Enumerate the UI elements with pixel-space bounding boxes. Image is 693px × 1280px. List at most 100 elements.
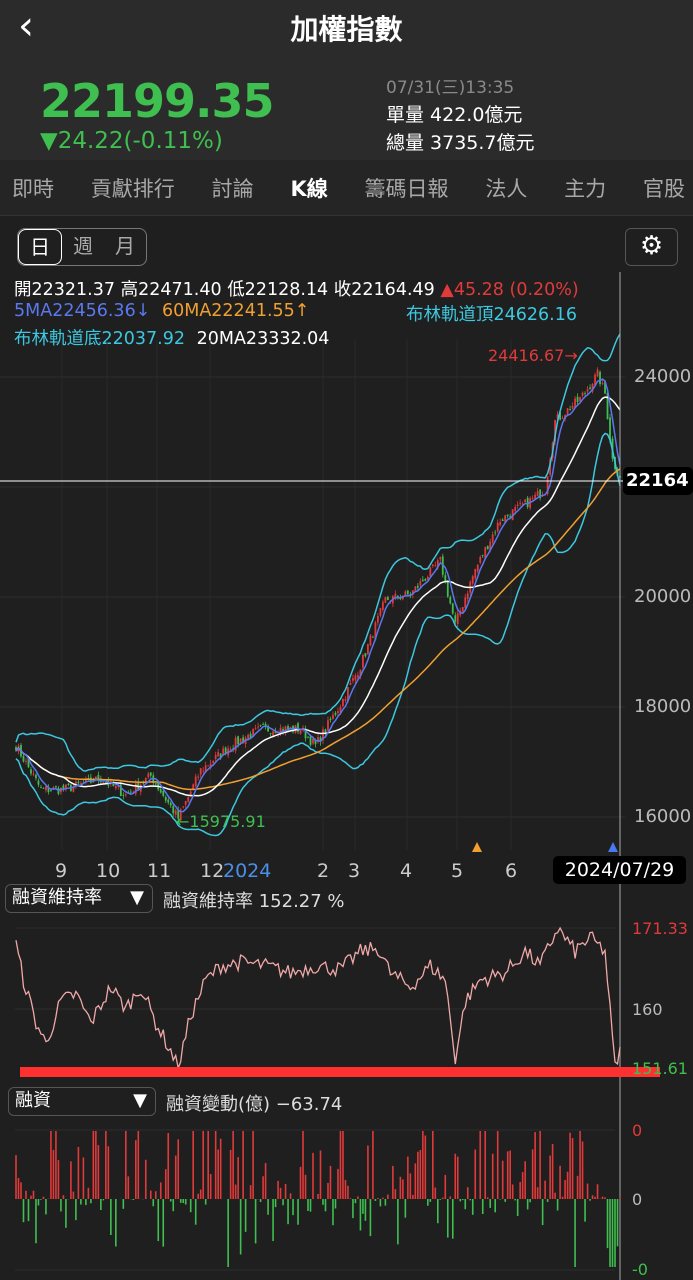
margin-bar	[579, 1131, 581, 1199]
candle	[349, 683, 352, 685]
margin-bar	[551, 1143, 554, 1199]
candle	[561, 418, 564, 419]
candle	[431, 564, 434, 566]
margin-bar	[55, 1131, 57, 1199]
margin-info: 融資變動(億) −63.74	[166, 1094, 343, 1115]
candle	[354, 675, 357, 681]
margin-bar	[40, 1199, 42, 1200]
margin-bar	[62, 1195, 65, 1199]
margin-bar	[481, 1199, 484, 1215]
margin-bar	[22, 1199, 25, 1223]
margin-bar	[137, 1131, 140, 1199]
selector-label: 融資	[15, 1090, 51, 1111]
margin-bar	[461, 1199, 464, 1201]
dropdown-arrow-icon: ▼	[130, 887, 144, 908]
margin-bar	[329, 1165, 332, 1199]
candle	[129, 791, 132, 793]
margin-bar	[616, 1199, 619, 1247]
candle	[377, 615, 379, 623]
margin-bar	[149, 1190, 152, 1199]
margin-bar	[466, 1187, 469, 1199]
margin-bar	[302, 1131, 304, 1199]
ratio-mid: 160	[632, 1000, 663, 1019]
margin-bar	[544, 1180, 546, 1199]
margin-bar	[514, 1199, 516, 1201]
margin-selector[interactable]: 融資 ▼	[8, 1087, 156, 1116]
margin-bar	[87, 1187, 90, 1199]
margin-bar	[15, 1155, 17, 1199]
candle	[451, 603, 454, 614]
margin-bar	[115, 1199, 117, 1247]
margin-bar	[179, 1199, 182, 1203]
candle	[162, 790, 165, 796]
margin-bar	[35, 1199, 37, 1244]
margin-bar	[57, 1160, 60, 1199]
candle	[172, 806, 175, 814]
candle	[362, 655, 364, 668]
margin-bar	[469, 1199, 472, 1201]
candle	[466, 593, 469, 600]
margin-bar	[561, 1196, 564, 1199]
margin-bar	[591, 1195, 594, 1199]
margin-bar	[456, 1156, 459, 1199]
x-tick: 9	[55, 860, 68, 882]
y-tick: 16000	[634, 806, 692, 827]
margin-bar	[162, 1199, 165, 1247]
margin-bar	[362, 1199, 364, 1214]
margin-bar	[496, 1131, 499, 1199]
candle	[55, 786, 57, 788]
margin-bar	[581, 1141, 584, 1199]
margin-bar	[422, 1131, 424, 1199]
candle	[516, 504, 519, 506]
cursor-date: 2024/07/29	[553, 856, 686, 884]
candle	[299, 730, 302, 734]
margin-bar	[374, 1199, 377, 1201]
margin-bar	[85, 1199, 87, 1206]
margin-bar	[105, 1131, 107, 1199]
margin-bar	[419, 1149, 422, 1199]
candle	[456, 613, 459, 624]
margin-bar	[242, 1131, 244, 1199]
margin-bar	[434, 1187, 437, 1199]
margin-bar	[511, 1184, 514, 1199]
margin-bar	[37, 1199, 40, 1206]
candle	[444, 575, 447, 581]
ratio-info: 融資維持率 152.27 %	[163, 891, 345, 912]
margin-bar	[60, 1199, 62, 1212]
x-tick: 5	[451, 860, 464, 882]
candle	[212, 761, 215, 763]
margin-bar	[30, 1195, 32, 1199]
candle	[506, 514, 509, 516]
indicator-selector[interactable]: 融資維持率 ▼	[5, 884, 153, 913]
candle	[481, 555, 484, 557]
candle	[144, 777, 147, 782]
margin-bar	[549, 1155, 551, 1199]
margin-bar	[107, 1146, 110, 1199]
candle	[474, 568, 477, 579]
candle	[454, 615, 457, 622]
candle	[327, 720, 329, 731]
margin-bar	[516, 1199, 519, 1216]
margin-bar	[144, 1159, 147, 1199]
candle	[536, 491, 539, 497]
x-tick-year: 2024	[223, 860, 272, 882]
x-tick: 12	[200, 860, 225, 882]
margin-bar	[387, 1194, 389, 1199]
x-tick: 3	[348, 860, 361, 882]
margin-bar	[274, 1199, 277, 1208]
x-tick: 11	[147, 860, 172, 882]
margin-bar	[526, 1199, 529, 1210]
margin-bar	[417, 1151, 419, 1199]
candle	[599, 371, 601, 385]
margin-bar	[459, 1199, 462, 1202]
margin-bar	[264, 1163, 267, 1199]
margin-bar	[110, 1199, 112, 1236]
candle	[471, 576, 474, 584]
candle	[329, 718, 332, 721]
margin-bar	[299, 1166, 302, 1199]
margin-bar	[122, 1199, 125, 1209]
margin-bar	[194, 1199, 197, 1225]
margin-bar	[277, 1180, 279, 1199]
margin-bar	[429, 1199, 432, 1202]
candle	[167, 799, 170, 803]
